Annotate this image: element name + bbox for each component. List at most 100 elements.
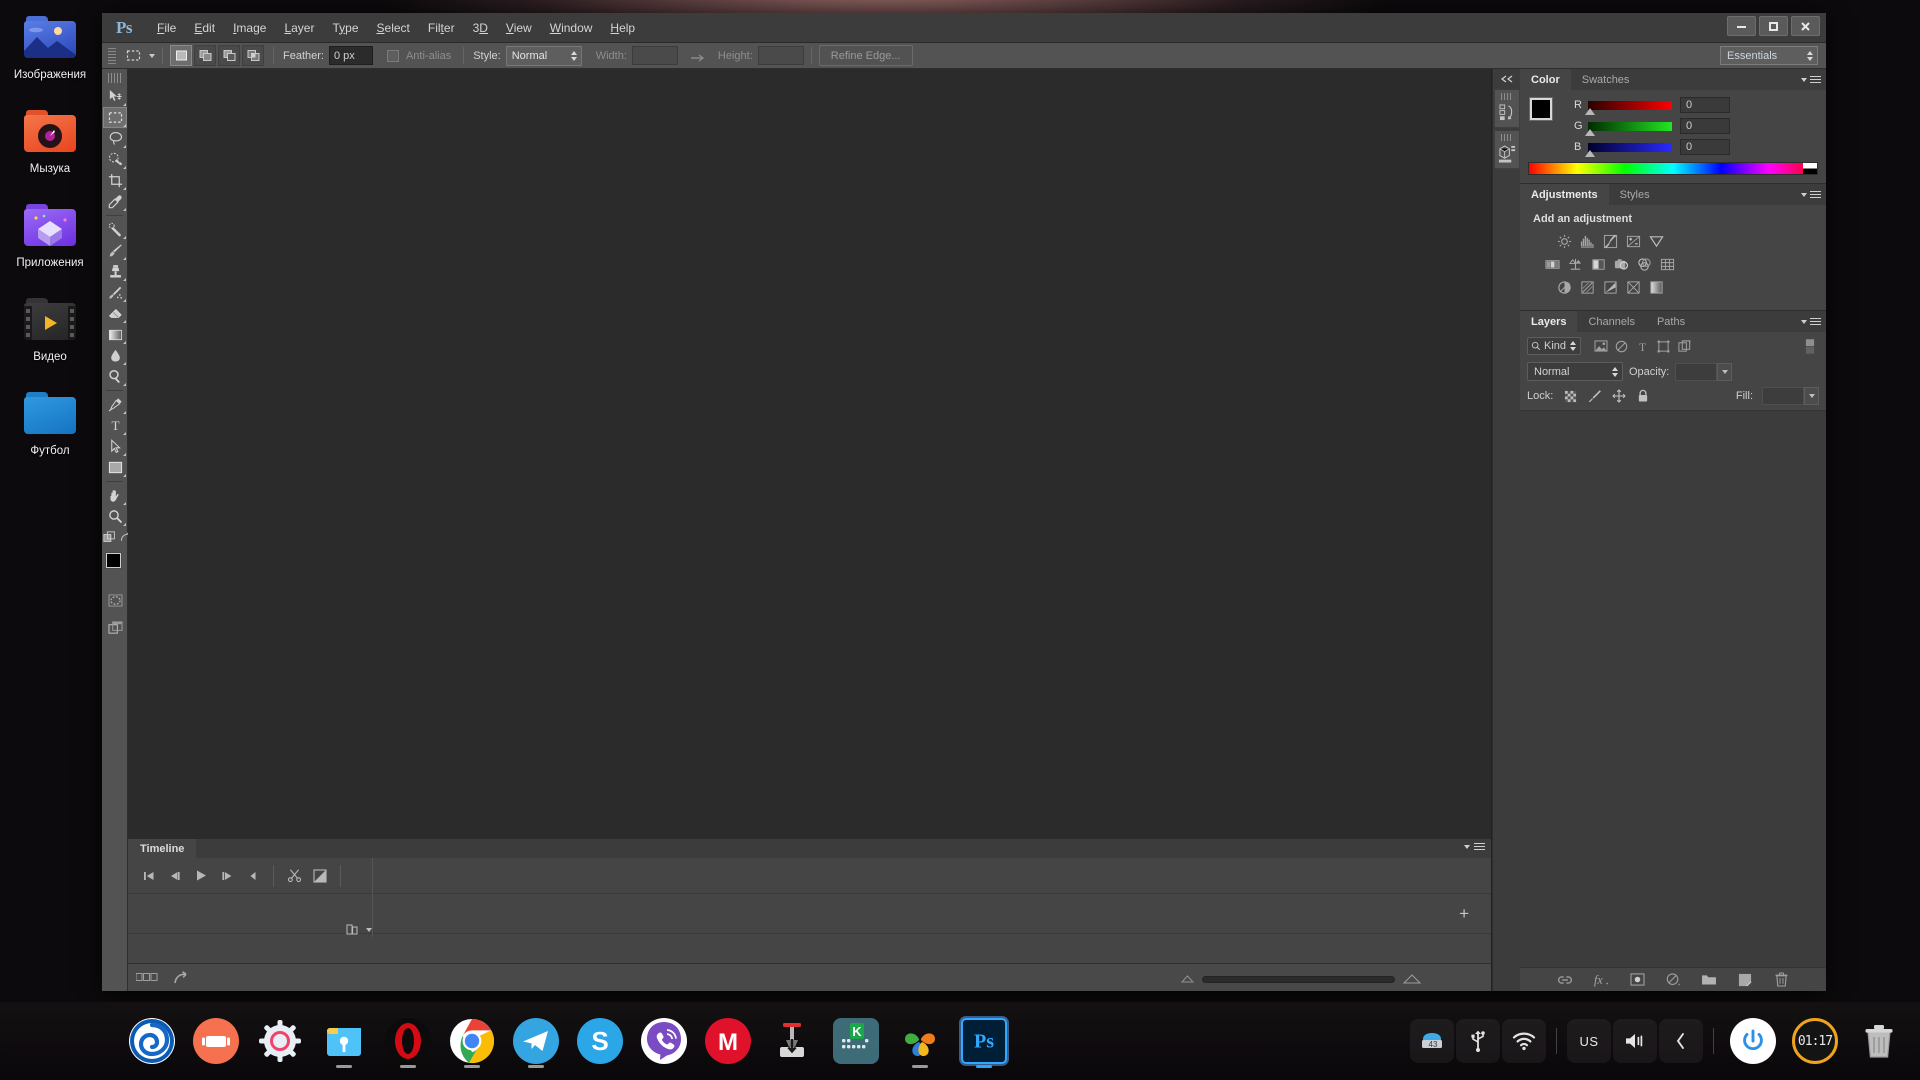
dock-item-photoshop[interactable]: Ps [956, 1013, 1012, 1069]
go-to-first-frame-button[interactable] [136, 864, 162, 888]
desktop-icon-pictures[interactable]: Изображения [0, 8, 100, 91]
path-selection-tool[interactable] [103, 436, 127, 457]
split-at-playhead-button[interactable] [281, 864, 307, 888]
red-value-input[interactable]: 0 [1680, 97, 1730, 113]
spot-healing-brush-tool[interactable] [103, 219, 127, 240]
feather-input[interactable]: 0 px [328, 46, 373, 65]
lock-all-icon[interactable] [1633, 387, 1652, 405]
filter-pixel-layers-icon[interactable] [1591, 337, 1610, 355]
scroll-right-arrow-icon[interactable] [1403, 974, 1421, 984]
fill-dropdown-icon[interactable] [1804, 387, 1819, 405]
add-layer-style-icon[interactable]: fx [1591, 970, 1611, 990]
dock-item-google-chrome[interactable] [444, 1013, 500, 1069]
change-screen-mode-button[interactable] [103, 617, 127, 638]
audio-toggle-button[interactable] [240, 864, 266, 888]
red-slider[interactable] [1585, 100, 1672, 115]
panel-grid-toggle-icon[interactable] [136, 973, 158, 982]
toolbar-grip[interactable] [108, 73, 121, 83]
collapse-tray-arrow-icon[interactable] [1659, 1019, 1703, 1063]
convert-to-frame-animation-button[interactable] [346, 923, 372, 937]
desktop-icon-video[interactable]: Видео [0, 290, 100, 373]
desktop-icon-applications[interactable]: Приложения [0, 196, 100, 279]
levels-icon[interactable] [1578, 232, 1597, 251]
green-slider[interactable] [1585, 121, 1672, 136]
layer-filter-kind-select[interactable]: Kind [1527, 337, 1581, 355]
close-button[interactable] [1791, 16, 1820, 36]
gradient-map-icon[interactable] [1624, 278, 1643, 297]
opacity-dropdown-icon[interactable] [1717, 362, 1733, 381]
tab-swatches[interactable]: Swatches [1571, 69, 1641, 90]
tab-color[interactable]: Color [1520, 69, 1571, 90]
workspace-selector[interactable]: Essentials [1720, 46, 1818, 65]
selective-color-icon[interactable] [1647, 278, 1666, 297]
curves-icon[interactable] [1601, 232, 1620, 251]
green-value-input[interactable]: 0 [1680, 118, 1730, 134]
channel-mixer-icon[interactable] [1635, 255, 1654, 274]
play-button[interactable] [188, 864, 214, 888]
menu-filter[interactable]: Filter [419, 16, 464, 40]
usb-icon[interactable] [1456, 1019, 1500, 1063]
add-layer-mask-icon[interactable] [1627, 970, 1647, 990]
color-panel-menu-icon[interactable] [1801, 69, 1821, 90]
history-panel-button[interactable] [1494, 89, 1520, 128]
active-tool-icon[interactable] [121, 46, 145, 66]
filter-adjustment-layers-icon[interactable] [1612, 337, 1631, 355]
clock-widget[interactable]: 01:17 [1792, 1018, 1838, 1064]
crop-tool[interactable] [103, 170, 127, 191]
lasso-tool[interactable] [103, 128, 127, 149]
tab-timeline[interactable]: Timeline [128, 839, 197, 858]
foreground-color-swatch[interactable] [106, 553, 121, 568]
move-tool[interactable] [103, 86, 127, 107]
rectangular-marquee-tool[interactable] [103, 107, 127, 128]
dock-item-mail-ru[interactable]: M [700, 1013, 756, 1069]
notification-badge-icon[interactable]: 43 [1410, 1019, 1454, 1063]
subtract-from-selection-button[interactable] [218, 45, 240, 66]
gradient-tool[interactable] [103, 324, 127, 345]
trash-bin-icon[interactable] [1854, 1016, 1904, 1066]
desktop-icon-football[interactable]: Футбол [0, 384, 100, 467]
minimize-button[interactable] [1727, 16, 1756, 36]
dock-item-opera[interactable] [380, 1013, 436, 1069]
blur-tool[interactable] [103, 345, 127, 366]
green-slider-thumb[interactable] [1585, 128, 1595, 136]
red-slider-thumb[interactable] [1585, 107, 1595, 115]
dock-item-deepin-launcher[interactable] [124, 1013, 180, 1069]
menu-view[interactable]: View [497, 16, 541, 40]
hue-saturation-icon[interactable] [1543, 255, 1562, 274]
timeline-track-row[interactable]: + [128, 894, 1491, 937]
new-layer-icon[interactable] [1735, 970, 1755, 990]
anti-alias-checkbox[interactable] [386, 49, 399, 62]
width-input[interactable] [631, 46, 678, 65]
delete-layer-icon[interactable] [1771, 970, 1791, 990]
3d-panel-button[interactable] [1494, 130, 1520, 169]
dock-item-viber[interactable] [636, 1013, 692, 1069]
menu-select[interactable]: Select [368, 16, 419, 40]
clone-stamp-tool[interactable] [103, 261, 127, 282]
blend-mode-select[interactable]: Normal [1527, 362, 1623, 381]
height-input[interactable] [757, 46, 804, 65]
dock-item-file-manager[interactable] [188, 1013, 244, 1069]
filter-shape-layers-icon[interactable] [1654, 337, 1673, 355]
tab-adjustments[interactable]: Adjustments [1520, 184, 1609, 205]
tab-channels[interactable]: Channels [1577, 311, 1645, 332]
blue-value-input[interactable]: 0 [1680, 139, 1730, 155]
brush-tool[interactable] [103, 240, 127, 261]
menu-image[interactable]: Image [224, 16, 275, 40]
toggle-layer-filtering-switch[interactable] [1800, 337, 1819, 355]
style-select[interactable]: Normal [505, 45, 582, 66]
posterize-icon[interactable] [1578, 278, 1597, 297]
pen-tool[interactable] [103, 394, 127, 415]
opacity-input[interactable] [1675, 362, 1718, 381]
exposure-icon[interactable] [1624, 232, 1643, 251]
horizontal-scrollbar[interactable] [1181, 974, 1421, 984]
desktop-icon-music[interactable]: Мызука [0, 102, 100, 185]
blue-slider[interactable] [1585, 142, 1672, 157]
lock-transparent-pixels-icon[interactable] [1561, 387, 1580, 405]
vibrance-icon[interactable] [1647, 232, 1666, 251]
menu-help[interactable]: Help [601, 16, 644, 40]
filter-smart-objects-icon[interactable] [1675, 337, 1694, 355]
window-titlebar[interactable]: Ps File Edit Image Layer Type Select Fil… [102, 13, 1826, 43]
dock-item-transmission[interactable] [764, 1013, 820, 1069]
keyboard-layout-button[interactable]: US [1567, 1019, 1611, 1063]
color-swatches[interactable] [102, 552, 128, 580]
